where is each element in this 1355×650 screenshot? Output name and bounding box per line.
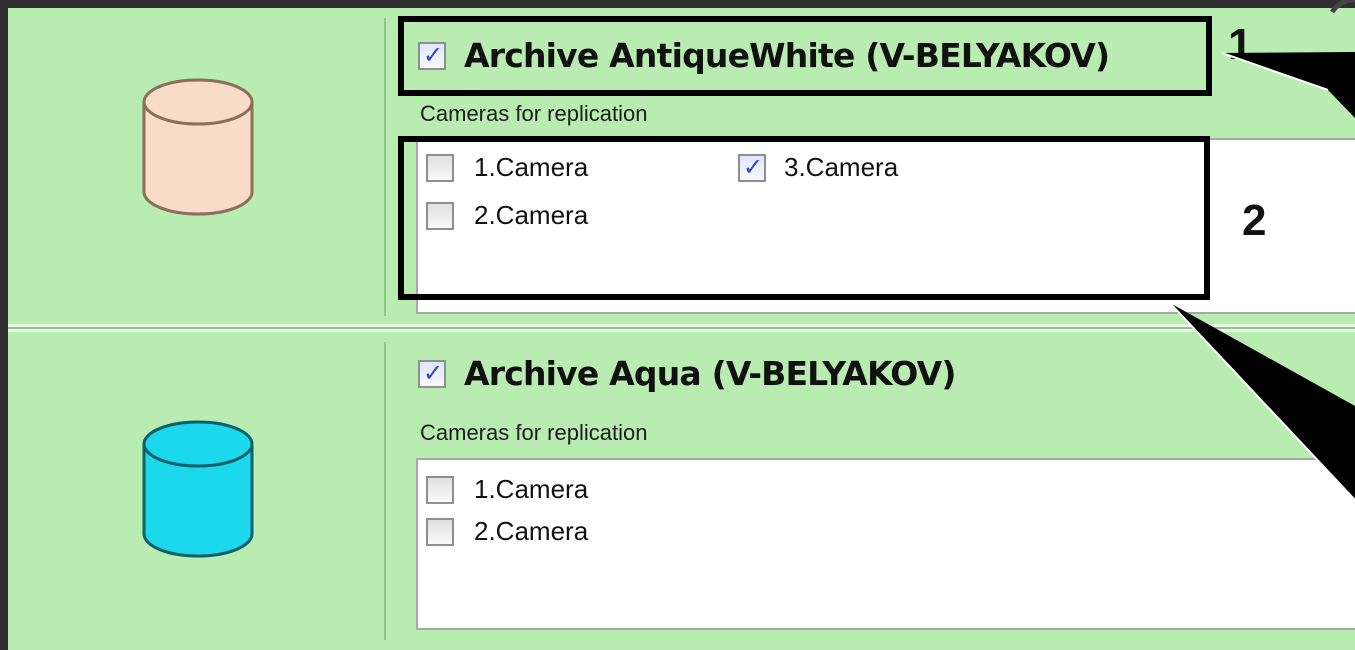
callout-arrows [1169,0,1355,501]
callout-arrow-1 [1222,52,1355,118]
close-icon [1329,0,1355,14]
